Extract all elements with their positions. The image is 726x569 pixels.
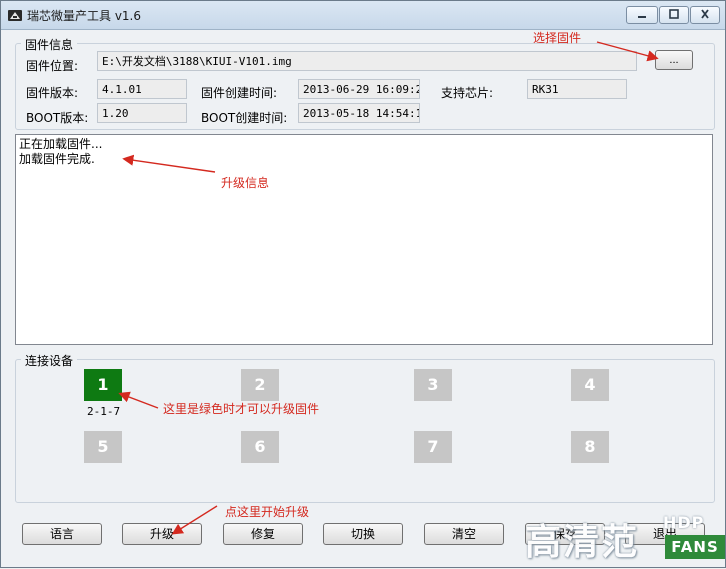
- annotation-upgrade-info: 升级信息: [221, 176, 270, 190]
- arrow-to-log: [122, 154, 216, 173]
- watermark-hd-text: HDP: [663, 513, 705, 532]
- watermark-fans-badge: FANS: [665, 535, 725, 559]
- watermark-logo: 高清范 HDP FANS: [523, 509, 726, 567]
- annotation-green-hint: 这里是绿色时才可以升级固件: [163, 402, 320, 416]
- annotation-click-upgrade: 点这里开始升级: [225, 505, 310, 519]
- annotation-arrows: [118, 41, 659, 535]
- watermark-main-text: 高清范: [525, 522, 640, 563]
- arrow-to-upgrade: [171, 505, 218, 535]
- app-window: 瑞芯微量产工具 v1.6 固件信息 固件位置: E:\开发文档\3188\KIU…: [0, 0, 726, 568]
- annotation-select-firmware: 选择固件: [533, 31, 582, 45]
- arrow-to-device-1: [118, 391, 159, 409]
- arrow-to-browse: [596, 41, 659, 62]
